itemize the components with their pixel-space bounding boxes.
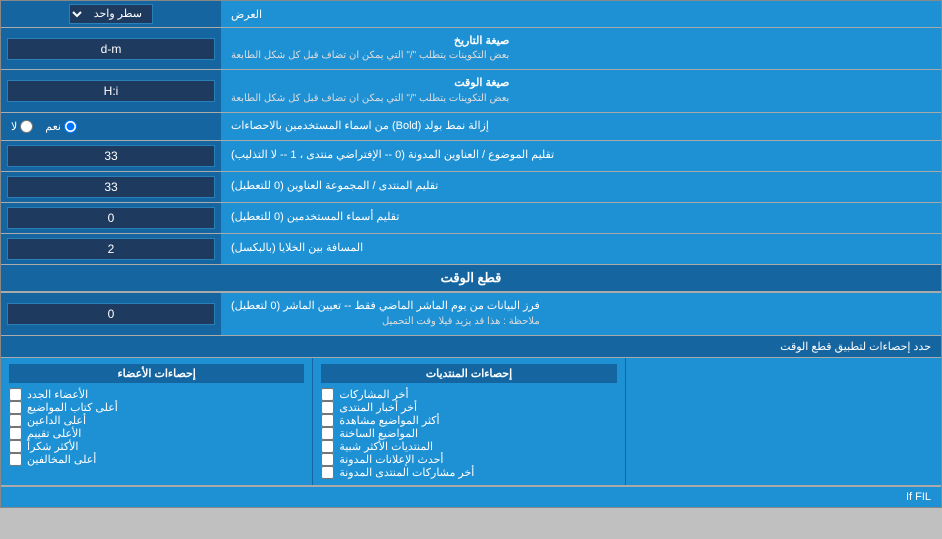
checkboxes-grid: إحصاءات المنتديات أخر المشاركات أخر أخبا… xyxy=(1,358,941,485)
cutoff-days-row: فرز البيانات من يوم الماشر الماضي فقط --… xyxy=(1,293,941,335)
cb-top-posters[interactable] xyxy=(9,401,22,414)
forum-count-label: تقليم المنتدى / المجموعة العناوين (0 للت… xyxy=(221,172,941,202)
cell-spacing-input-cell: 2 xyxy=(1,234,221,264)
cb-most-viewed[interactable] xyxy=(321,414,334,427)
members-stats-header: إحصاءات الأعضاء xyxy=(9,364,304,383)
cb-similar-forums-item: المنتديات الأكثر شبية xyxy=(321,440,616,453)
cb-top-rated[interactable] xyxy=(9,427,22,440)
cb-most-thanks-item: الأكثر شكراً xyxy=(9,440,304,453)
members-stats-col: إحصاءات الأعضاء الأعضاء الجدد أعلى كتاب … xyxy=(1,358,312,485)
radio-no-label[interactable]: لا xyxy=(11,120,33,133)
forum-stats-col: إحصاءات المنتديات أخر المشاركات أخر أخبا… xyxy=(312,358,625,485)
cb-pinned[interactable] xyxy=(321,466,334,479)
cb-posts-item: أخر المشاركات xyxy=(321,388,616,401)
cb-similar-forums[interactable] xyxy=(321,440,334,453)
bold-remove-radio-cell: نعم لا xyxy=(1,113,221,140)
date-format-row: صيغة التاريخ بعض التكوينات يتطلب "/" الت… xyxy=(1,28,941,70)
display-label: العرض xyxy=(221,1,941,27)
time-format-input-cell: H:i xyxy=(1,70,221,111)
forum-stats-header: إحصاءات المنتديات xyxy=(321,364,616,383)
radio-yes-label[interactable]: نعم xyxy=(45,120,77,133)
bottom-note: If FIL xyxy=(1,486,941,507)
empty-col xyxy=(626,358,941,485)
date-format-label: صيغة التاريخ بعض التكوينات يتطلب "/" الت… xyxy=(221,28,941,69)
forum-count-row: تقليم المنتدى / المجموعة العناوين (0 للت… xyxy=(1,172,941,203)
cutoff-days-input[interactable]: 0 xyxy=(7,303,215,325)
cb-top-referred[interactable] xyxy=(9,453,22,466)
stats-apply-label: حدد إحصاءات لتطبيق قطع الوقت xyxy=(1,336,941,358)
display-select[interactable]: سطر واحد سطرين ثلاثة أسطر xyxy=(69,4,153,24)
time-format-label: صيغة الوقت بعض التكوينات يتطلب "/" التي … xyxy=(221,70,941,111)
date-format-input[interactable]: d-m xyxy=(7,38,215,60)
time-format-input[interactable]: H:i xyxy=(7,80,215,102)
cb-posts[interactable] xyxy=(321,388,334,401)
forum-count-input[interactable]: 33 xyxy=(7,176,215,198)
cb-top-rated-item: الأعلى تقييم xyxy=(9,427,304,440)
usernames-count-label: تقليم أسماء المستخدمين (0 للتعطيل) xyxy=(221,203,941,233)
radio-yes[interactable] xyxy=(64,120,77,133)
cb-most-viewed-item: أكثر المواضيع مشاهدة xyxy=(321,414,616,427)
cb-announcements-item: أحدث الإعلانات المدونة xyxy=(321,453,616,466)
cb-new-members[interactable] xyxy=(9,388,22,401)
cb-announcements[interactable] xyxy=(321,453,334,466)
topics-count-input[interactable]: 33 xyxy=(7,145,215,167)
cb-pinned-item: أخر مشاركات المنتدى المدونة xyxy=(321,466,616,479)
display-row: العرض سطر واحد سطرين ثلاثة أسطر xyxy=(1,1,941,28)
topics-count-input-cell: 33 xyxy=(1,141,221,171)
cb-most-thanks[interactable] xyxy=(9,440,22,453)
cb-top-referred-item: أعلى المخالفين xyxy=(9,453,304,466)
bold-remove-row: إزالة نمط بولد (Bold) من اسماء المستخدمي… xyxy=(1,113,941,141)
cutoff-days-input-cell: 0 xyxy=(1,293,221,334)
cb-hot-topics-item: المواضيع الساخنة xyxy=(321,427,616,440)
cutoff-section-header: قطع الوقت xyxy=(1,265,941,293)
bold-remove-label: إزالة نمط بولد (Bold) من اسماء المستخدمي… xyxy=(221,113,941,140)
checkboxes-container: حدد إحصاءات لتطبيق قطع الوقت إحصاءات الم… xyxy=(1,336,941,486)
radio-no[interactable] xyxy=(20,120,33,133)
cutoff-days-label: فرز البيانات من يوم الماشر الماضي فقط --… xyxy=(221,293,941,334)
cell-spacing-row: المسافة بين الخلايا (بالبكسل) 2 xyxy=(1,234,941,265)
display-select-cell: سطر واحد سطرين ثلاثة أسطر xyxy=(1,1,221,27)
cell-spacing-input[interactable]: 2 xyxy=(7,238,215,260)
cb-top-donors-item: أعلى الداعين xyxy=(9,414,304,427)
topics-count-label: تقليم الموضوع / العناوين المدونة (0 -- ا… xyxy=(221,141,941,171)
cb-forum-news-item: أخر أخبار المنتدى xyxy=(321,401,616,414)
usernames-count-input[interactable]: 0 xyxy=(7,207,215,229)
forum-count-input-cell: 33 xyxy=(1,172,221,202)
cell-spacing-label: المسافة بين الخلايا (بالبكسل) xyxy=(221,234,941,264)
main-container: العرض سطر واحد سطرين ثلاثة أسطر صيغة الت… xyxy=(0,0,942,508)
cb-top-donors[interactable] xyxy=(9,414,22,427)
cb-top-posters-item: أعلى كتاب المواضيع xyxy=(9,401,304,414)
usernames-count-row: تقليم أسماء المستخدمين (0 للتعطيل) 0 xyxy=(1,203,941,234)
usernames-count-input-cell: 0 xyxy=(1,203,221,233)
cb-hot-topics[interactable] xyxy=(321,427,334,440)
time-format-row: صيغة الوقت بعض التكوينات يتطلب "/" التي … xyxy=(1,70,941,112)
cb-forum-news[interactable] xyxy=(321,401,334,414)
date-format-input-cell: d-m xyxy=(1,28,221,69)
cb-new-members-item: الأعضاء الجدد xyxy=(9,388,304,401)
topics-count-row: تقليم الموضوع / العناوين المدونة (0 -- ا… xyxy=(1,141,941,172)
